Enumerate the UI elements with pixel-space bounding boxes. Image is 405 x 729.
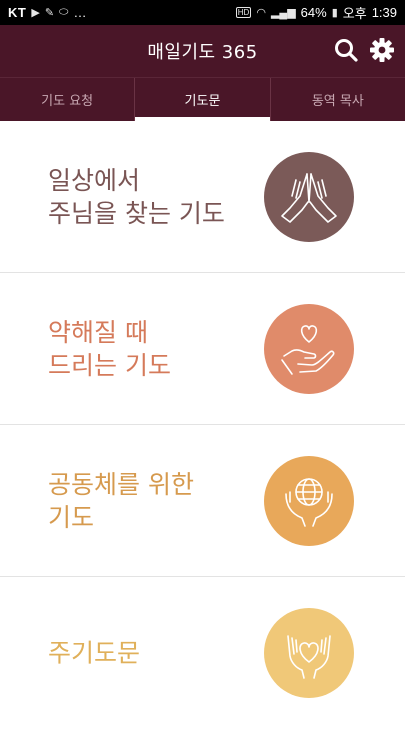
category-weak-times-prayer[interactable]: 약해질 때 드리는 기도 [0,273,405,425]
tab-label: 기도 요청 [41,94,94,109]
tab-prayers[interactable]: 기도문 [134,78,270,121]
clock: 1:39 [371,5,397,20]
battery-percent: 64% [300,5,327,20]
tab-bar: 기도 요청 기도문 동역 목사 [0,77,405,121]
signal-icon: ▂▄▆ [270,7,296,19]
category-label: 일상에서 주님을 찾는 기도 [48,165,225,228]
category-daily-prayer[interactable]: 일상에서 주님을 찾는 기도 [0,121,405,273]
category-community-prayer[interactable]: 공동체를 위한 기도 [0,425,405,577]
ampm-label: 오후 [342,6,367,21]
prayer-category-list: 일상에서 주님을 찾는 기도 약해질 때 드리는 기도 공동체를 위한 기도 주… [0,121,405,729]
category-lords-prayer[interactable]: 주기도문 [0,577,405,729]
tab-label: 동역 목사 [311,94,364,109]
wifi-icon: ◠ [256,7,266,19]
tab-prayer-request[interactable]: 기도 요청 [0,78,134,121]
carrier-label: KT [8,5,27,20]
category-label: 공동체를 위한 기도 [48,469,194,532]
gear-icon[interactable] [369,37,395,63]
globe-in-hands-icon [264,455,354,546]
search-icon[interactable] [333,37,359,63]
status-bar: KT ▶ ✎ ⬭ … HD ◠ ▂▄▆ 64% ▮ 오후 1:39 [0,0,405,25]
tab-label: 기도문 [184,94,221,109]
app-title: 매일기도 365 [147,42,258,63]
hand-heart-icon [264,303,354,394]
more-notifications: … [73,5,87,20]
battery-icon: ▮ [331,7,338,19]
app-bar: 매일기도 365 [0,25,405,77]
heart-in-hands-icon [264,608,354,698]
category-label: 주기도문 [48,638,141,668]
notification-icon: ▶ [31,7,40,19]
tab-fellow-pastors[interactable]: 동역 목사 [269,78,405,121]
praying-hands-icon [264,151,354,242]
category-label: 약해질 때 드리는 기도 [48,317,171,380]
pencil-icon: ✎ [44,7,55,19]
hd-icon: HD [235,7,252,18]
pill-icon: ⬭ [59,6,69,18]
